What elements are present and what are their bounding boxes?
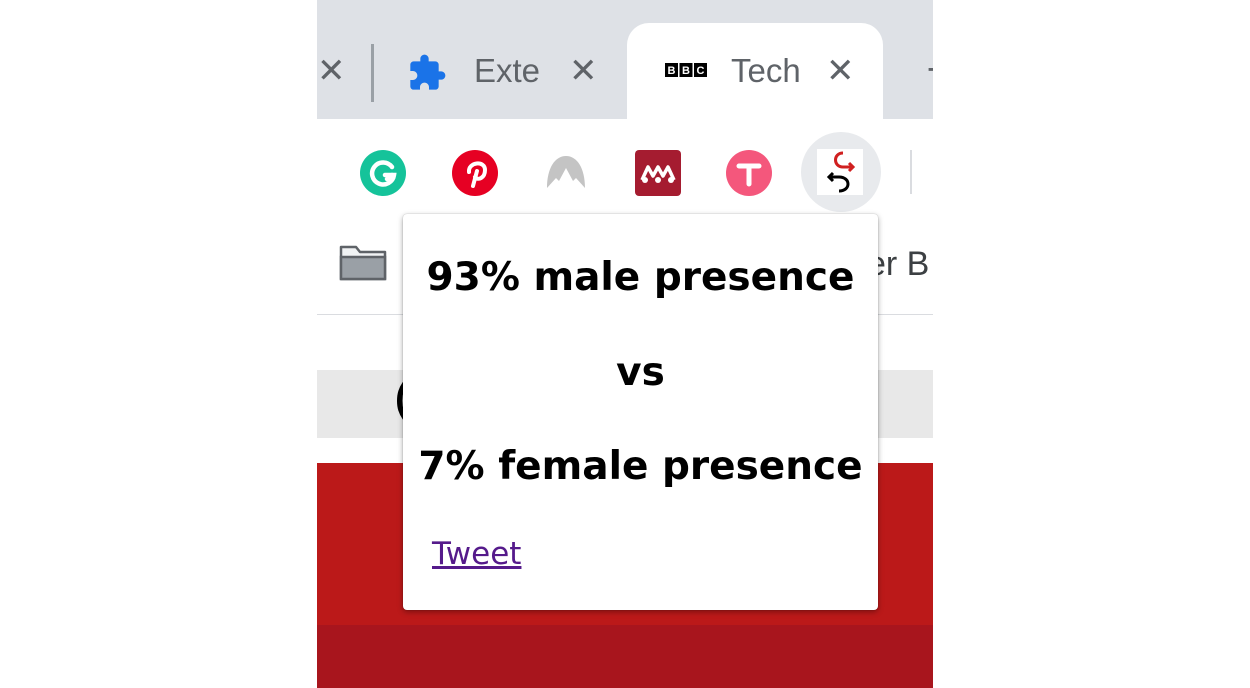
extension-popup: 93% male presence vs 7% female presence … bbox=[403, 214, 878, 610]
bbc-red-subheader bbox=[317, 625, 933, 688]
svg-text:B: B bbox=[682, 65, 690, 77]
active-extension-button[interactable] bbox=[801, 132, 881, 212]
versus-label: vs bbox=[616, 350, 665, 395]
tweet-link[interactable]: Tweet bbox=[432, 536, 521, 572]
tab-strip: ✕ Exte ✕ B B C Tech ✕ + bbox=[317, 0, 933, 123]
toolbar-separator bbox=[910, 150, 912, 194]
female-presence-stat: 7% female presence bbox=[418, 444, 863, 489]
tab-title: Exte bbox=[474, 52, 541, 89]
tab-bbc-technology[interactable]: B B C Tech ✕ bbox=[627, 23, 883, 123]
new-tab-button[interactable]: + bbox=[925, 52, 933, 86]
tweetdeck-icon[interactable] bbox=[726, 150, 772, 196]
gender-balance-icon bbox=[817, 149, 863, 195]
tab-close-icon[interactable]: ✕ bbox=[569, 54, 598, 88]
puzzle-icon bbox=[410, 54, 446, 90]
pinterest-icon[interactable] bbox=[452, 150, 498, 196]
tab-separator bbox=[371, 44, 374, 102]
tab-close-icon[interactable]: ✕ bbox=[826, 54, 855, 88]
tab-close-icon[interactable]: ✕ bbox=[317, 54, 346, 88]
nordvpn-icon[interactable] bbox=[543, 150, 589, 196]
folder-icon[interactable] bbox=[339, 243, 387, 281]
svg-text:B: B bbox=[668, 65, 676, 77]
tab-title: Tech bbox=[731, 52, 801, 89]
grammarly-icon[interactable] bbox=[360, 150, 406, 196]
svg-text:C: C bbox=[697, 65, 705, 77]
mendeley-icon[interactable] bbox=[635, 150, 681, 196]
male-presence-stat: 93% male presence bbox=[426, 255, 855, 300]
bbc-logo: B B C bbox=[665, 63, 707, 77]
